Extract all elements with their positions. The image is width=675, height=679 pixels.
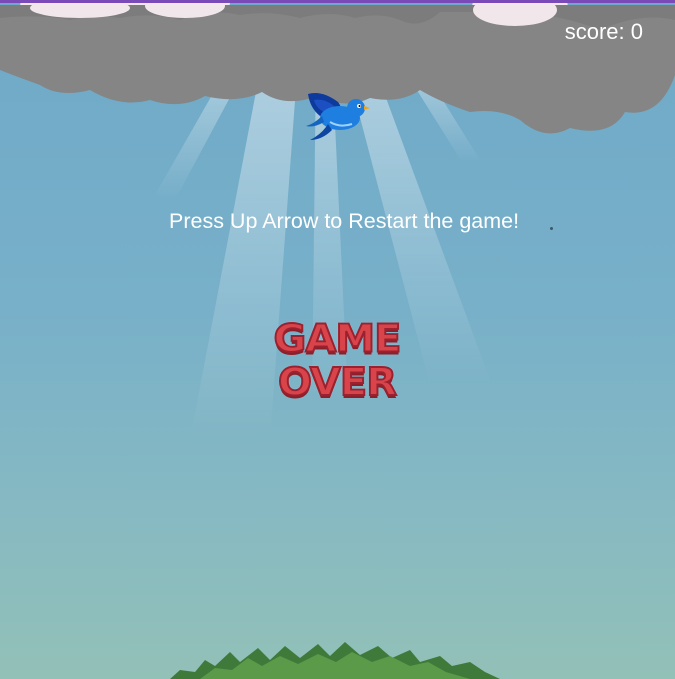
dot-particle bbox=[550, 227, 553, 230]
bird-icon bbox=[306, 93, 370, 140]
game-canvas[interactable]: score: 0 Press Up Arrow to Restart the g… bbox=[0, 0, 675, 679]
grass-tuft bbox=[170, 642, 500, 679]
game-over-banner: GAME OVER bbox=[214, 315, 460, 405]
score-display: score: 0 bbox=[564, 19, 643, 44]
restart-instruction: Press Up Arrow to Restart the game! bbox=[169, 209, 520, 233]
game-over-label: GAME OVER bbox=[273, 316, 403, 405]
top-accent-bar bbox=[0, 0, 675, 3]
